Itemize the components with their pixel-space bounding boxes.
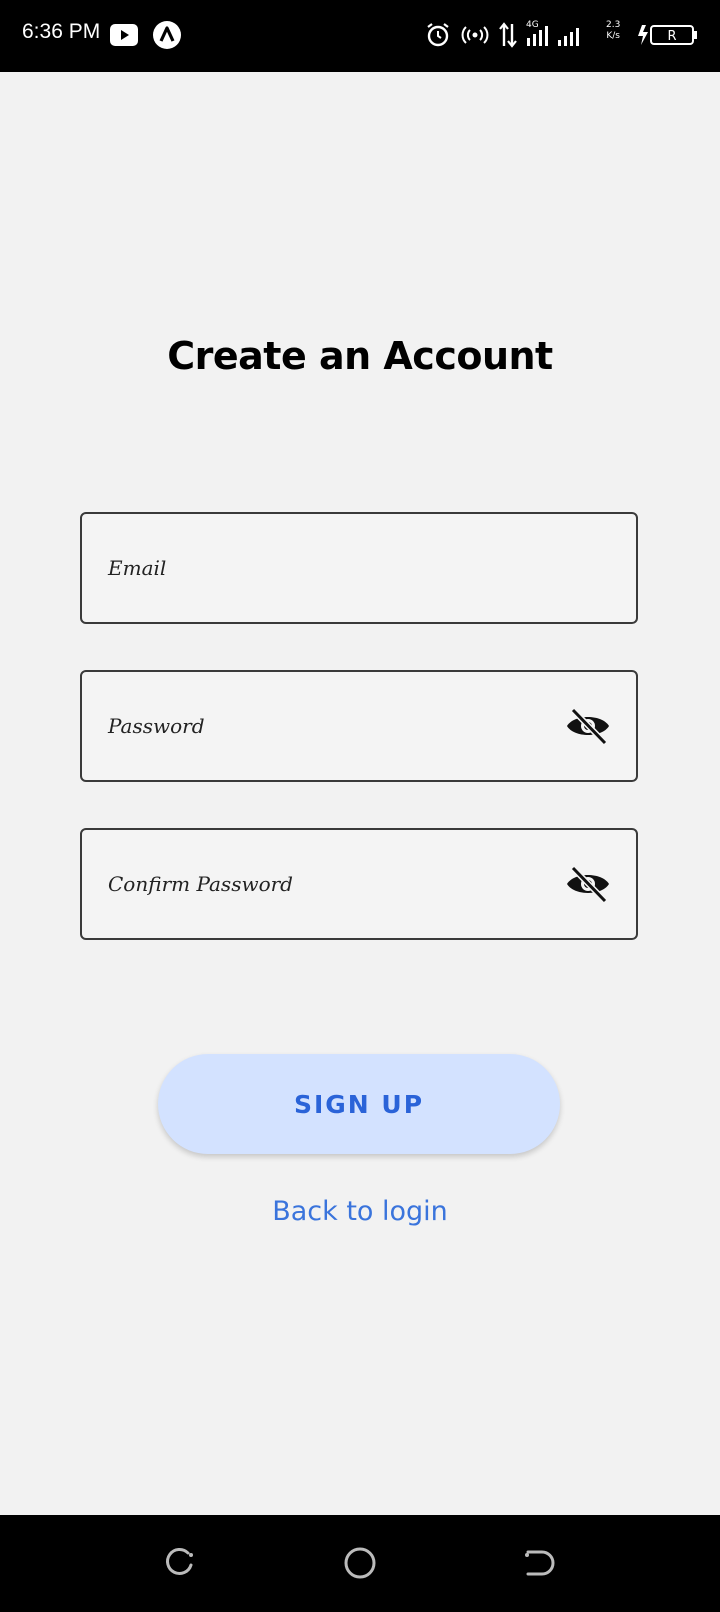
recent-apps-icon[interactable] <box>160 1543 200 1583</box>
battery-icon: R <box>638 25 697 45</box>
page-title: Create an Account <box>167 334 553 378</box>
back-icon[interactable] <box>520 1543 560 1583</box>
toggle-password-visibility-icon[interactable] <box>564 706 612 746</box>
email-field[interactable]: Email <box>80 512 638 624</box>
network-speed-unit: K/s <box>606 31 620 41</box>
network-speed-value: 2.3 <box>606 20 621 30</box>
data-transfer-icon <box>499 22 517 48</box>
alarm-icon <box>427 23 449 47</box>
charging-icon <box>638 25 648 45</box>
confirm-password-placeholder: Confirm Password <box>108 872 293 896</box>
network-type: 4G <box>526 20 539 30</box>
password-placeholder: Password <box>108 714 205 738</box>
hotspot-icon <box>461 26 489 44</box>
youtube-icon <box>110 24 138 46</box>
status-bar: 6:36 PM 4G 2.3 K/s R <box>0 0 720 72</box>
sign-up-button[interactable]: SIGN UP <box>158 1054 560 1154</box>
password-field[interactable]: Password <box>80 670 638 782</box>
battery-label: R <box>667 29 676 44</box>
app-a-icon <box>153 21 181 49</box>
network-speed: 2.3 K/s <box>606 20 620 42</box>
status-time: 6:36 PM <box>22 20 101 43</box>
navigation-bar <box>0 1515 720 1612</box>
home-icon[interactable] <box>340 1543 380 1583</box>
back-to-login-link[interactable]: Back to login <box>0 1196 720 1227</box>
email-placeholder: Email <box>108 556 167 580</box>
toggle-confirm-visibility-icon[interactable] <box>564 864 612 904</box>
confirm-password-field[interactable]: Confirm Password <box>80 828 638 940</box>
signal-icon: 4G <box>526 20 579 46</box>
